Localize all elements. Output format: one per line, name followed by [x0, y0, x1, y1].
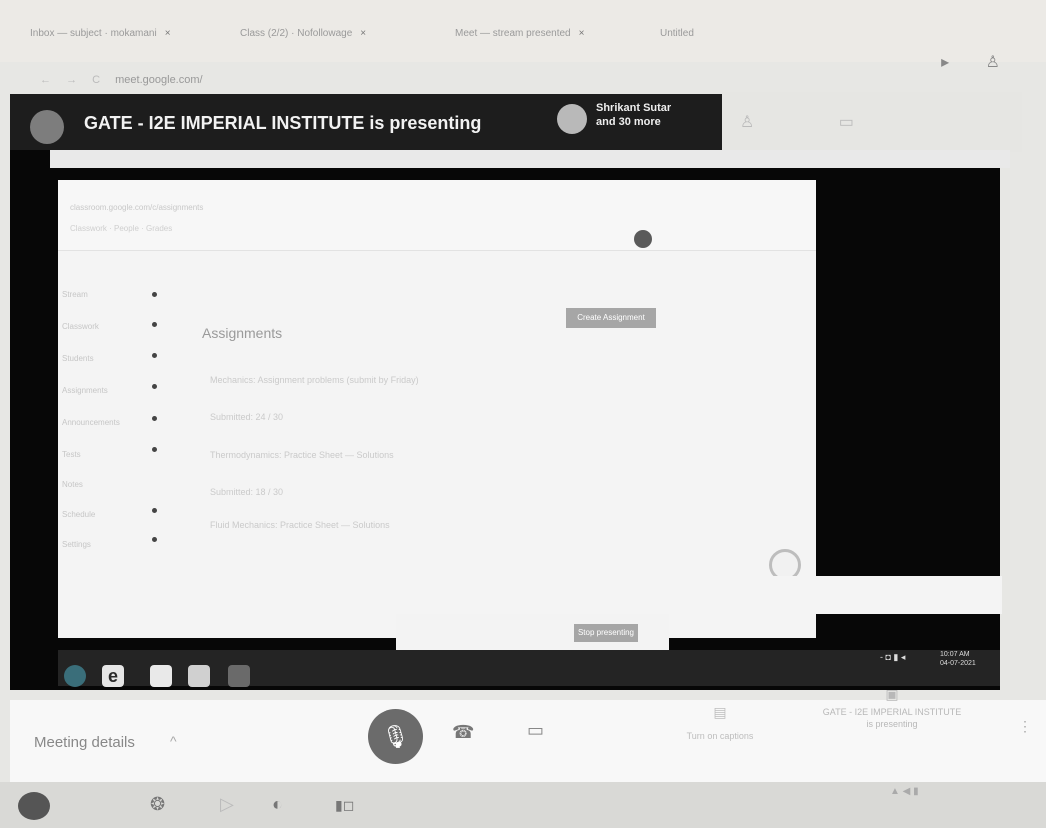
sidebar-item: Stream [62, 290, 88, 299]
participant-name: Shrikant Sutar [596, 102, 672, 114]
app-icon [228, 665, 250, 687]
browser-tab[interactable]: Untitled [660, 28, 780, 50]
tab-close-icon[interactable]: × [360, 28, 366, 39]
address-bar[interactable]: ← → C meet.google.com/ [40, 74, 203, 94]
sidebar-icon [152, 537, 157, 542]
hangup-icon[interactable]: ☎ [452, 722, 474, 743]
presenting-label: GATE - I2E IMPERIAL INSTITUTE [822, 707, 962, 717]
sidebar-item: Announcements [62, 418, 120, 427]
meeting-details-button[interactable]: Meeting details [34, 734, 135, 751]
tab-title: Inbox — subject · mokamani [30, 28, 157, 39]
forward-icon[interactable]: → [66, 74, 77, 86]
captions-icon: ▤ [713, 704, 727, 720]
assignment-row: Submitted: 24 / 30 [210, 412, 284, 422]
app-icon [188, 665, 210, 687]
sidebar-icon [152, 353, 157, 358]
shared-clock: 10:07 AM 04-07-2021 [940, 650, 976, 668]
sidebar-icon [152, 292, 157, 297]
sidebar-item: Tests [62, 450, 81, 459]
captions-button[interactable]: ▤ Turn on captions [680, 704, 760, 741]
sidebar-icon [152, 384, 157, 389]
sidebar-item: Students [62, 354, 94, 363]
sidebar-item: Settings [62, 540, 91, 549]
tab-close-icon[interactable]: × [165, 28, 171, 39]
sidebar-icon [152, 416, 157, 421]
browser-tab[interactable]: Inbox — subject · mokamani × [30, 28, 230, 50]
chevron-up-icon[interactable]: ^ [170, 733, 177, 749]
shared-screen-footer [58, 576, 1002, 614]
avatar [30, 110, 64, 144]
tab-title: Class (2/2) · Nofollowage [240, 28, 353, 39]
extension-icons[interactable]: ▸ ♙ [941, 52, 1016, 72]
assignment-row: Submitted: 18 / 30 [210, 487, 284, 497]
camera-icon[interactable]: ▭ [527, 720, 544, 741]
start-icon [64, 665, 86, 687]
back-icon[interactable]: ← [40, 74, 51, 86]
present-icon: ▣ [885, 686, 899, 702]
app-icon[interactable]: ❂ [150, 794, 165, 815]
stop-presenting-button: Stop presenting [574, 624, 638, 642]
browser-tab[interactable]: Meet — stream presented × [455, 28, 645, 50]
clock-time: 10:07 AM [940, 651, 970, 658]
assignment-row: Thermodynamics: Practice Sheet — Solutio… [210, 450, 394, 460]
shared-doc-url: classroom.google.com/c/assignments [70, 203, 204, 212]
shared-profile-avatar [634, 230, 652, 248]
participant-count: and 30 more [596, 116, 661, 128]
sidebar-icon [152, 508, 157, 513]
presenting-button[interactable]: ▣ GATE - I2E IMPERIAL INSTITUTE is prese… [792, 686, 992, 730]
sidebar-item: Schedule [62, 510, 96, 519]
tab-title: Untitled [660, 28, 694, 39]
ie-icon: e [102, 665, 124, 687]
clock-date: 04-07-2021 [940, 660, 976, 667]
shared-document-header [58, 180, 816, 251]
participant-avatar[interactable] [557, 104, 587, 134]
tab-close-icon[interactable]: × [579, 28, 585, 39]
assignment-row: Mechanics: Assignment problems (submit b… [210, 375, 419, 385]
windows-start-icon[interactable] [18, 792, 50, 820]
browser-tab[interactable]: Class (2/2) · Nofollowage × [240, 28, 440, 50]
captions-label: Turn on captions [686, 731, 754, 741]
header-icons[interactable]: ♙ ▭ [740, 112, 894, 132]
shared-screen-top-strip [50, 150, 1010, 168]
assignments-heading: Assignments [202, 325, 283, 341]
folder-icon [150, 665, 172, 687]
presenting-title: GATE - I2E IMPERIAL INSTITUTE is present… [84, 113, 482, 133]
sidebar-item: Classwork [62, 322, 99, 331]
app-icon[interactable]: ▮◻ [335, 797, 354, 814]
sidebar-item: Notes [62, 480, 83, 489]
chrome-icon[interactable]: ◐ [272, 794, 283, 815]
presenting-sublabel: is presenting [866, 719, 918, 729]
assignment-row: Fluid Mechanics: Practice Sheet — Soluti… [210, 520, 390, 530]
sidebar-item: Assignments [62, 386, 108, 395]
sidebar-icon [152, 447, 157, 452]
os-tray[interactable]: ▲ ◀ ▮ [890, 786, 919, 797]
reload-icon[interactable]: C [92, 74, 100, 86]
shared-tray-icons: - ◘ ▮ ◂ [880, 652, 906, 662]
sidebar-icon [152, 322, 157, 327]
more-options-icon[interactable]: ⋮ [1018, 718, 1032, 735]
mic-icon[interactable]: 🎙 [368, 709, 423, 764]
url-text[interactable]: meet.google.com/ [115, 74, 202, 86]
shared-doc-subnav: Classwork · People · Grades [70, 224, 173, 233]
app-icon[interactable]: ▷ [220, 794, 234, 815]
create-assignment-button: Create Assignment [566, 308, 656, 328]
tab-title: Meet — stream presented [455, 28, 571, 39]
participants-summary[interactable]: Shrikant Sutar and 30 more [596, 101, 671, 129]
